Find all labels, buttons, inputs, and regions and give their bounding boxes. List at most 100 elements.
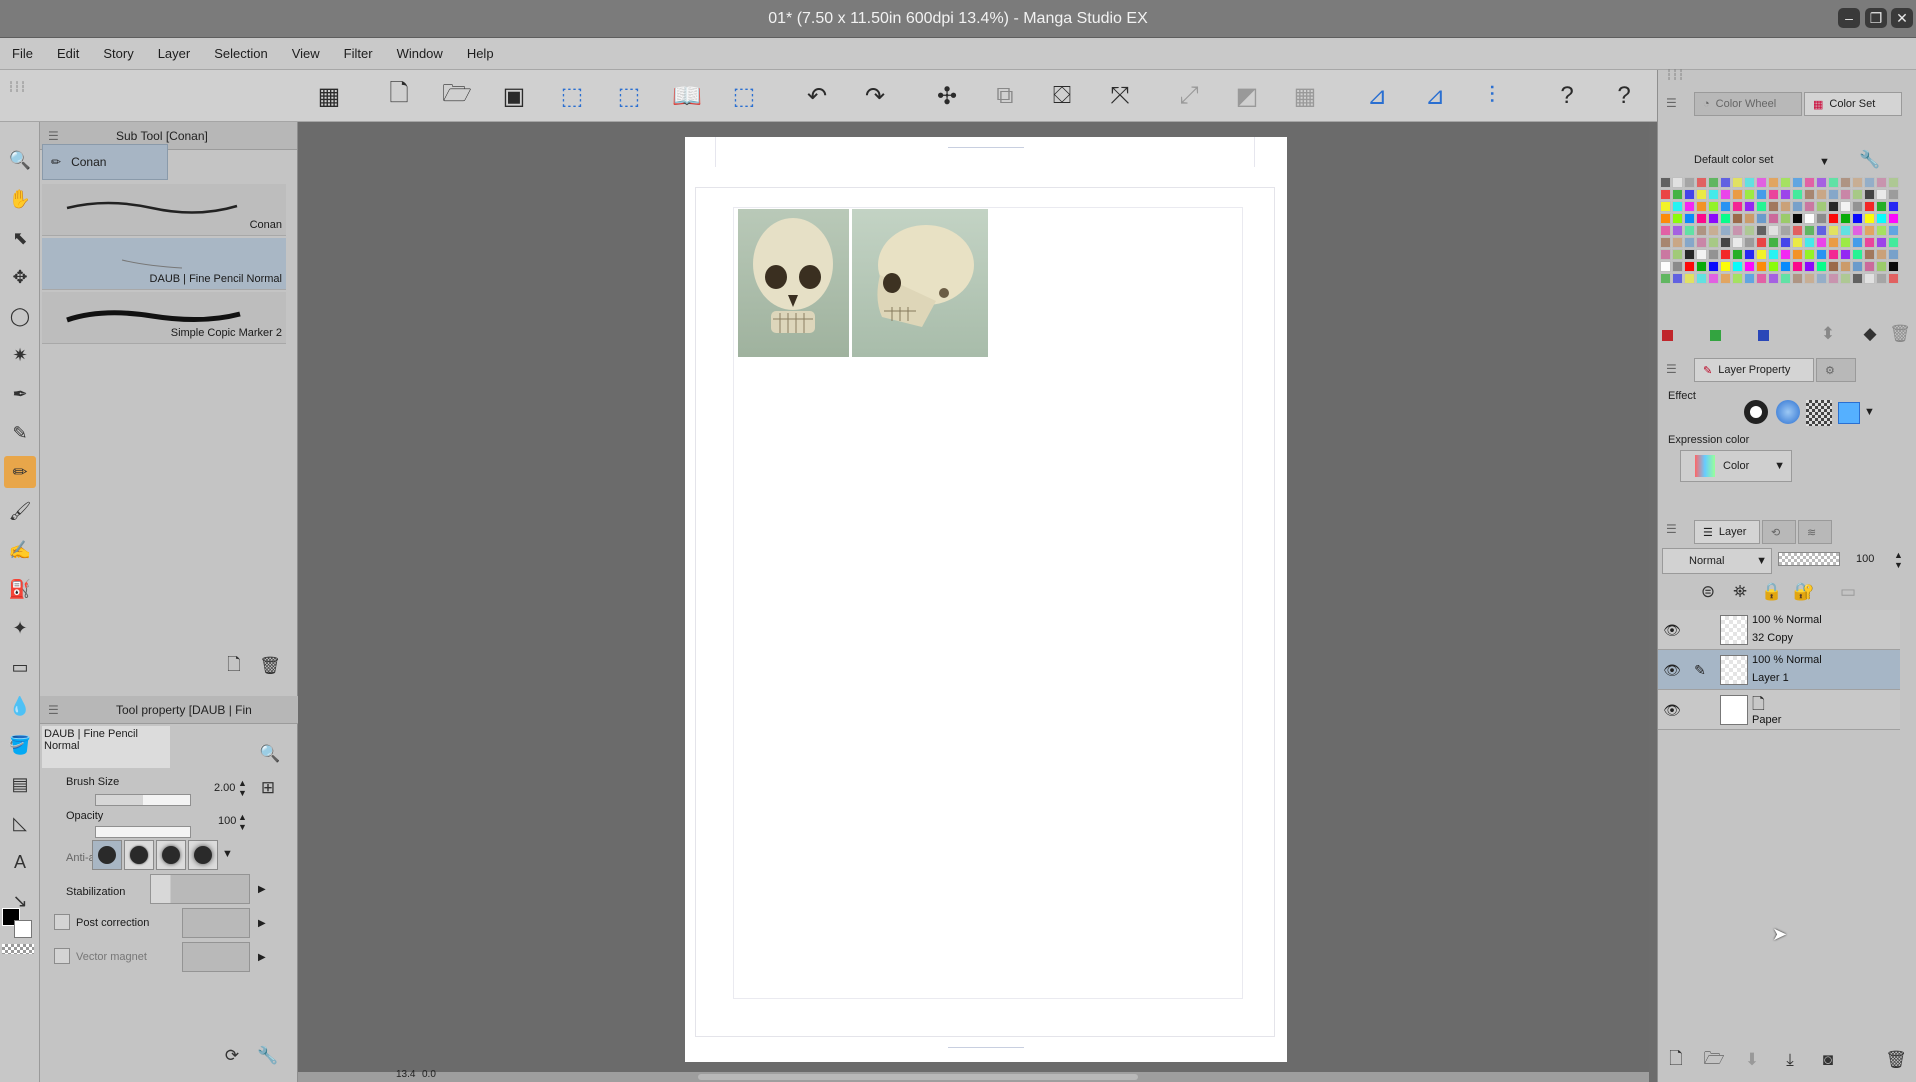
open-folder-icon[interactable]: 🗁 xyxy=(440,79,474,113)
palette-swatch[interactable] xyxy=(1816,201,1827,212)
palette-swatch[interactable] xyxy=(1768,237,1779,248)
brush-size-slider[interactable] xyxy=(95,794,191,806)
palette-swatch[interactable] xyxy=(1792,189,1803,200)
palette-swatch[interactable] xyxy=(1768,177,1779,188)
palette-swatch[interactable] xyxy=(1828,249,1839,260)
layer-row[interactable]: 👁 100 % Normal 32 Copy xyxy=(1658,610,1900,650)
chevron-right-icon[interactable]: ▶ xyxy=(258,952,266,963)
move-tool-icon[interactable]: ✥ xyxy=(4,261,36,293)
palette-swatch[interactable] xyxy=(1660,225,1671,236)
palette-swatch[interactable] xyxy=(1708,273,1719,284)
palette-swatch[interactable] xyxy=(1816,261,1827,272)
palette-swatch[interactable] xyxy=(1852,237,1863,248)
palette-swatch[interactable] xyxy=(1672,189,1683,200)
palette-swatch[interactable] xyxy=(1732,189,1743,200)
palette-swatch[interactable] xyxy=(1792,237,1803,248)
book-icon[interactable]: 📖 xyxy=(670,79,704,113)
palette-swatch[interactable] xyxy=(1804,237,1815,248)
palette-swatch[interactable] xyxy=(1696,237,1707,248)
palette-swatch[interactable] xyxy=(1672,273,1683,284)
eye-icon[interactable]: 👁 xyxy=(1662,660,1682,680)
palette-swatch[interactable] xyxy=(1840,189,1851,200)
palette-swatch[interactable] xyxy=(1696,213,1707,224)
palette-swatch[interactable] xyxy=(1660,261,1671,272)
palette-swatch[interactable] xyxy=(1744,261,1755,272)
palette-swatch[interactable] xyxy=(1864,177,1875,188)
palette-swatch[interactable] xyxy=(1672,177,1683,188)
menu-file[interactable]: File xyxy=(12,46,33,61)
minimize-button[interactable]: – xyxy=(1838,8,1860,28)
skull-side-image[interactable] xyxy=(852,209,988,357)
menu-edit[interactable]: Edit xyxy=(57,46,79,61)
gradient-icon[interactable]: ◩ xyxy=(1230,79,1264,113)
grid-view-icon[interactable]: ▦ xyxy=(312,79,346,113)
palette-swatch[interactable] xyxy=(1684,249,1695,260)
palette-swatch[interactable] xyxy=(1864,225,1875,236)
palette-swatch[interactable] xyxy=(1696,249,1707,260)
palette-swatch[interactable] xyxy=(1720,189,1731,200)
panel-menu-icon[interactable]: ☰ xyxy=(48,129,59,143)
palette-swatch[interactable] xyxy=(1672,201,1683,212)
add-color-icon[interactable]: ◆ xyxy=(1856,320,1884,348)
chevron-right-icon[interactable]: ▶ xyxy=(258,884,266,895)
palette-swatch[interactable] xyxy=(1756,225,1767,236)
skull-front-image[interactable] xyxy=(738,209,849,357)
palette-swatch[interactable] xyxy=(1756,213,1767,224)
palette-swatch[interactable] xyxy=(1672,213,1683,224)
hand-tool-icon[interactable]: ✋ xyxy=(4,183,36,215)
palette-swatch[interactable] xyxy=(1888,213,1899,224)
palette-swatch[interactable] xyxy=(1708,261,1719,272)
palette-swatch[interactable] xyxy=(1768,249,1779,260)
palette-swatch[interactable] xyxy=(1660,177,1671,188)
palette-swatch[interactable] xyxy=(1792,249,1803,260)
palette-swatch[interactable] xyxy=(1864,273,1875,284)
chevron-down-icon[interactable]: ▼ xyxy=(1819,156,1830,168)
palette-swatch[interactable] xyxy=(1720,177,1731,188)
border-effect-icon[interactable] xyxy=(1744,400,1768,424)
panel-menu-icon[interactable]: ☰ xyxy=(1666,362,1677,376)
palette-swatch[interactable] xyxy=(1696,201,1707,212)
vector-magnet-control[interactable] xyxy=(182,942,250,972)
palette-swatch[interactable] xyxy=(1828,273,1839,284)
palette-swatch[interactable] xyxy=(1720,237,1731,248)
tone-icon[interactable]: ▦ xyxy=(1288,79,1322,113)
palette-swatch[interactable] xyxy=(1792,213,1803,224)
palette-swatch[interactable] xyxy=(1840,201,1851,212)
palette-swatch[interactable] xyxy=(1720,225,1731,236)
palette-swatch[interactable] xyxy=(1804,177,1815,188)
pencil-tool-icon[interactable]: ✏ xyxy=(4,456,36,488)
selection-transform-icon[interactable]: ⬚ xyxy=(727,79,761,113)
new-raster-layer-icon[interactable]: 🗋 xyxy=(1662,1046,1690,1074)
post-correction-control[interactable] xyxy=(182,908,250,938)
palette-swatch[interactable] xyxy=(1732,213,1743,224)
help-icon[interactable]: ? xyxy=(1550,79,1584,113)
palette-swatch[interactable] xyxy=(1804,249,1815,260)
palette-swatch[interactable] xyxy=(1828,201,1839,212)
magic-wand-icon[interactable]: ✷ xyxy=(4,339,36,371)
palette-swatch[interactable] xyxy=(1708,225,1719,236)
palette-swatch[interactable] xyxy=(1660,237,1671,248)
menu-help[interactable]: Help xyxy=(467,46,494,61)
palette-swatch[interactable] xyxy=(1804,213,1815,224)
vector-magnet-checkbox[interactable] xyxy=(54,948,70,964)
palette-swatch[interactable] xyxy=(1852,189,1863,200)
clip-layer-icon[interactable]: ⊜ xyxy=(1694,578,1722,606)
blend-mode-select[interactable]: Normal ▼ xyxy=(1662,548,1772,574)
antialias-medium[interactable] xyxy=(156,840,186,870)
palette-swatch[interactable] xyxy=(1828,237,1839,248)
redo-icon[interactable]: ↷ xyxy=(858,79,892,113)
palette-swatch[interactable] xyxy=(1708,189,1719,200)
palette-swatch[interactable] xyxy=(1744,213,1755,224)
palette-swatch[interactable] xyxy=(1852,273,1863,284)
color-swatch[interactable] xyxy=(1758,330,1769,341)
palette-swatch[interactable] xyxy=(1876,237,1887,248)
save-icon[interactable]: ▣ xyxy=(497,79,531,113)
tab-sub-view[interactable]: ≋ xyxy=(1798,520,1832,544)
palette-swatch[interactable] xyxy=(1792,201,1803,212)
palette-swatch[interactable] xyxy=(1672,261,1683,272)
eye-icon[interactable]: 👁 xyxy=(1662,620,1682,640)
brush-tool-icon[interactable]: 🖌 xyxy=(4,495,36,527)
palette-swatch[interactable] xyxy=(1840,261,1851,272)
select-layer-icon[interactable]: ⬚ xyxy=(612,79,646,113)
palette-swatch[interactable] xyxy=(1696,273,1707,284)
